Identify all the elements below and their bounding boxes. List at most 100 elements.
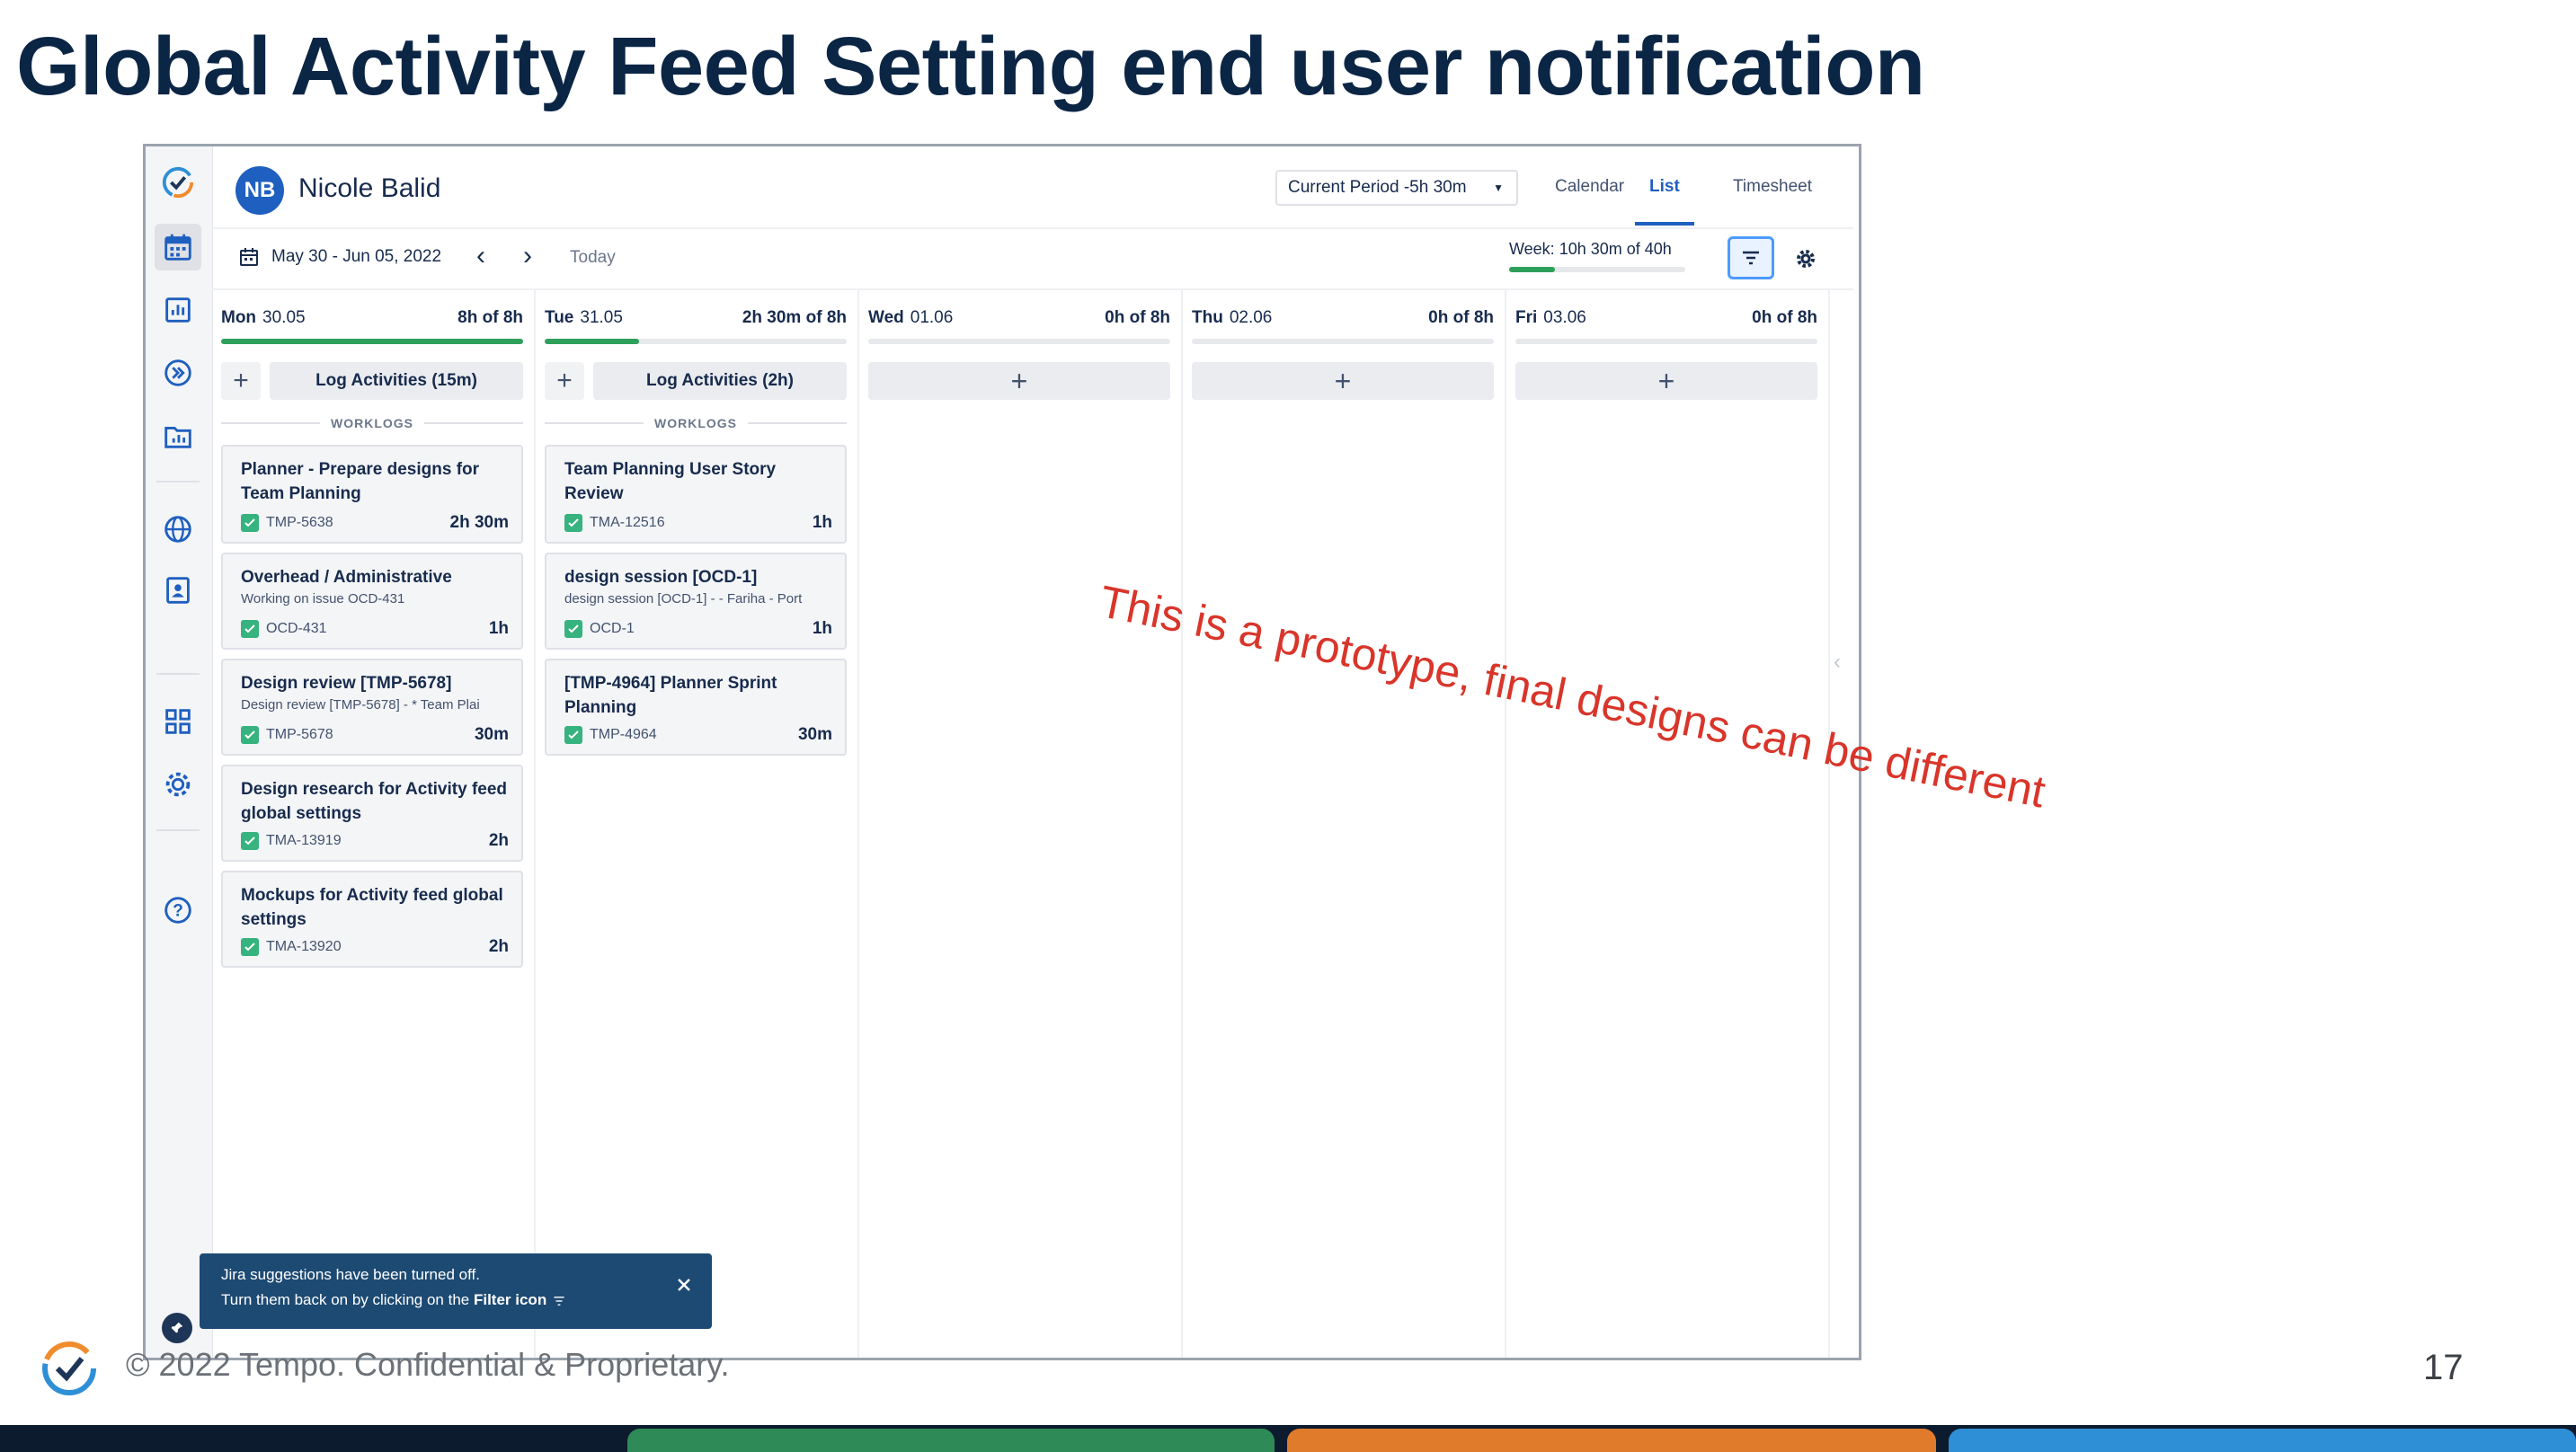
checkbox-icon xyxy=(564,514,582,532)
tab-calendar[interactable]: Calendar xyxy=(1555,177,1624,197)
worklog-description: design session [OCD-1] - - Fariha - Port xyxy=(564,591,803,606)
day-column-wed: Wed 01.06 0h of 8h + xyxy=(859,290,1183,1358)
calendar-icon[interactable] xyxy=(155,224,201,270)
issue-key[interactable]: TMA-13920 xyxy=(266,939,342,955)
globe-icon[interactable] xyxy=(155,506,201,553)
day-progress-bar xyxy=(868,339,1170,344)
worklog-duration: 2h xyxy=(488,831,509,850)
close-icon[interactable] xyxy=(672,1273,696,1297)
today-button[interactable]: Today xyxy=(570,248,616,268)
pin-icon[interactable] xyxy=(162,1313,192,1343)
add-worklog-button[interactable]: + xyxy=(1515,362,1817,400)
day-header: Fri 03.06 0h of 8h xyxy=(1515,308,1817,328)
svg-text:?: ? xyxy=(173,902,183,921)
issue-key[interactable]: TMP-5638 xyxy=(266,515,333,531)
day-name: Fri xyxy=(1515,308,1538,327)
period-select-value: Current Period -5h 30m xyxy=(1288,178,1467,197)
avatar[interactable]: NB xyxy=(235,166,284,215)
date-range: May 30 - Jun 05, 2022 xyxy=(271,247,442,266)
issue-key[interactable]: OCD-431 xyxy=(266,621,327,637)
apps-grid-icon[interactable] xyxy=(155,698,201,745)
day-date: 30.05 xyxy=(262,308,306,327)
day-progress-bar xyxy=(1192,339,1494,344)
day-hours: 0h of 8h xyxy=(1105,308,1170,327)
user-name: Nicole Balid xyxy=(298,173,441,203)
day-column-mon: Mon 30.05 8h of 8h + Log Activities (15m… xyxy=(212,290,536,1358)
filter-icon xyxy=(554,1296,564,1306)
add-worklog-button[interactable]: + xyxy=(221,362,261,400)
day-progress-fill xyxy=(221,339,523,344)
footer-stripe-orange xyxy=(1287,1429,1936,1452)
issue-key[interactable]: TMP-4964 xyxy=(590,727,657,743)
worklogs-section-label: WORKLOGS xyxy=(545,416,847,430)
issue-key[interactable]: TMA-12516 xyxy=(590,515,665,531)
worklog-card[interactable]: Overhead / Administrative Working on iss… xyxy=(221,553,523,650)
gear-icon[interactable] xyxy=(155,761,201,808)
worklog-duration: 1h xyxy=(488,619,509,638)
day-name: Tue xyxy=(545,308,574,327)
checkbox-icon xyxy=(564,620,582,638)
contact-icon[interactable] xyxy=(155,567,201,614)
worklog-card[interactable]: Mockups for Activity feed global setting… xyxy=(221,871,523,968)
worklog-card[interactable]: Team Planning User Story Review TMA-1251… xyxy=(545,445,847,544)
app-sidebar: ? xyxy=(146,146,213,1358)
filter-icon xyxy=(1743,251,1759,265)
footer-stripe-blue xyxy=(1949,1429,2576,1452)
tempo-logo-icon[interactable] xyxy=(155,159,201,206)
footer-stripe-green xyxy=(627,1429,1275,1452)
bar-chart-icon[interactable] xyxy=(155,287,201,333)
day-date: 01.06 xyxy=(910,308,954,327)
worklog-card[interactable]: design session [OCD-1] design session [O… xyxy=(545,553,847,650)
filter-button[interactable] xyxy=(1728,236,1774,279)
checkbox-icon xyxy=(241,514,259,532)
worklog-duration: 1h xyxy=(812,513,832,532)
toast-filter-label: Filter icon xyxy=(473,1291,547,1308)
add-worklog-button[interactable]: + xyxy=(868,362,1170,400)
worklog-card[interactable]: [TMP-4964] Planner Sprint Planning TMP-4… xyxy=(545,659,847,756)
sidebar-divider xyxy=(156,481,200,483)
day-progress-fill xyxy=(545,339,639,344)
day-progress-bar xyxy=(545,339,847,344)
checkbox-icon xyxy=(241,726,259,744)
log-activities-button[interactable]: Log Activities (15m) xyxy=(270,362,523,400)
issue-key[interactable]: TMP-5678 xyxy=(266,727,333,743)
collapse-panel-icon[interactable]: ‹ xyxy=(1834,650,1841,675)
help-icon[interactable]: ? xyxy=(155,887,201,934)
day-hours: 8h of 8h xyxy=(457,308,523,327)
folder-chart-icon[interactable] xyxy=(155,412,201,459)
forward-circle-icon[interactable] xyxy=(155,350,201,396)
worklog-card[interactable]: Design research for Activity feed global… xyxy=(221,765,523,862)
checkbox-icon xyxy=(241,620,259,638)
add-worklog-button[interactable]: + xyxy=(1192,362,1494,400)
tempo-logo-icon xyxy=(38,1337,101,1400)
tab-list[interactable]: List xyxy=(1649,177,1680,197)
worklog-card[interactable]: Planner - Prepare designs for Team Plann… xyxy=(221,445,523,544)
day-progress-bar xyxy=(1515,339,1817,344)
footer-copyright: © 2022 Tempo. Confidential & Proprietary… xyxy=(126,1346,730,1383)
add-worklog-button[interactable]: + xyxy=(545,362,584,400)
day-hours: 2h 30m of 8h xyxy=(742,308,847,327)
period-select[interactable]: Current Period -5h 30m ▼ xyxy=(1275,170,1518,206)
issue-key[interactable]: TMA-13919 xyxy=(266,833,342,849)
log-activities-button[interactable]: Log Activities (2h) xyxy=(593,362,847,400)
settings-button[interactable] xyxy=(1790,243,1821,274)
chevron-down-icon: ▼ xyxy=(1493,182,1504,194)
checkbox-icon xyxy=(241,832,259,850)
tab-timesheet[interactable]: Timesheet xyxy=(1733,177,1812,197)
worklog-duration: 2h xyxy=(488,937,509,956)
sidebar-divider xyxy=(156,829,200,831)
week-total: Week: 10h 30m of 40h xyxy=(1509,240,1672,258)
worklog-duration: 1h xyxy=(812,619,832,638)
worklog-title: Mockups for Activity feed global setting… xyxy=(241,886,503,929)
worklogs-section-label: WORKLOGS xyxy=(221,416,523,430)
day-column-fri: Fri 03.06 0h of 8h + xyxy=(1506,290,1830,1358)
worklog-title: Team Planning User Story Review xyxy=(564,460,777,503)
worklog-title: design session [OCD-1] xyxy=(564,568,758,587)
worklog-title: Design research for Activity feed global… xyxy=(241,780,508,823)
chevron-left-icon[interactable]: ‹ xyxy=(466,240,496,272)
day-header: Tue 31.05 2h 30m of 8h xyxy=(545,308,847,328)
worklog-title: Planner - Prepare designs for Team Plann… xyxy=(241,460,480,503)
worklog-card[interactable]: Design review [TMP-5678] Design review [… xyxy=(221,659,523,756)
issue-key[interactable]: OCD-1 xyxy=(590,621,635,637)
chevron-right-icon[interactable]: › xyxy=(512,240,543,272)
